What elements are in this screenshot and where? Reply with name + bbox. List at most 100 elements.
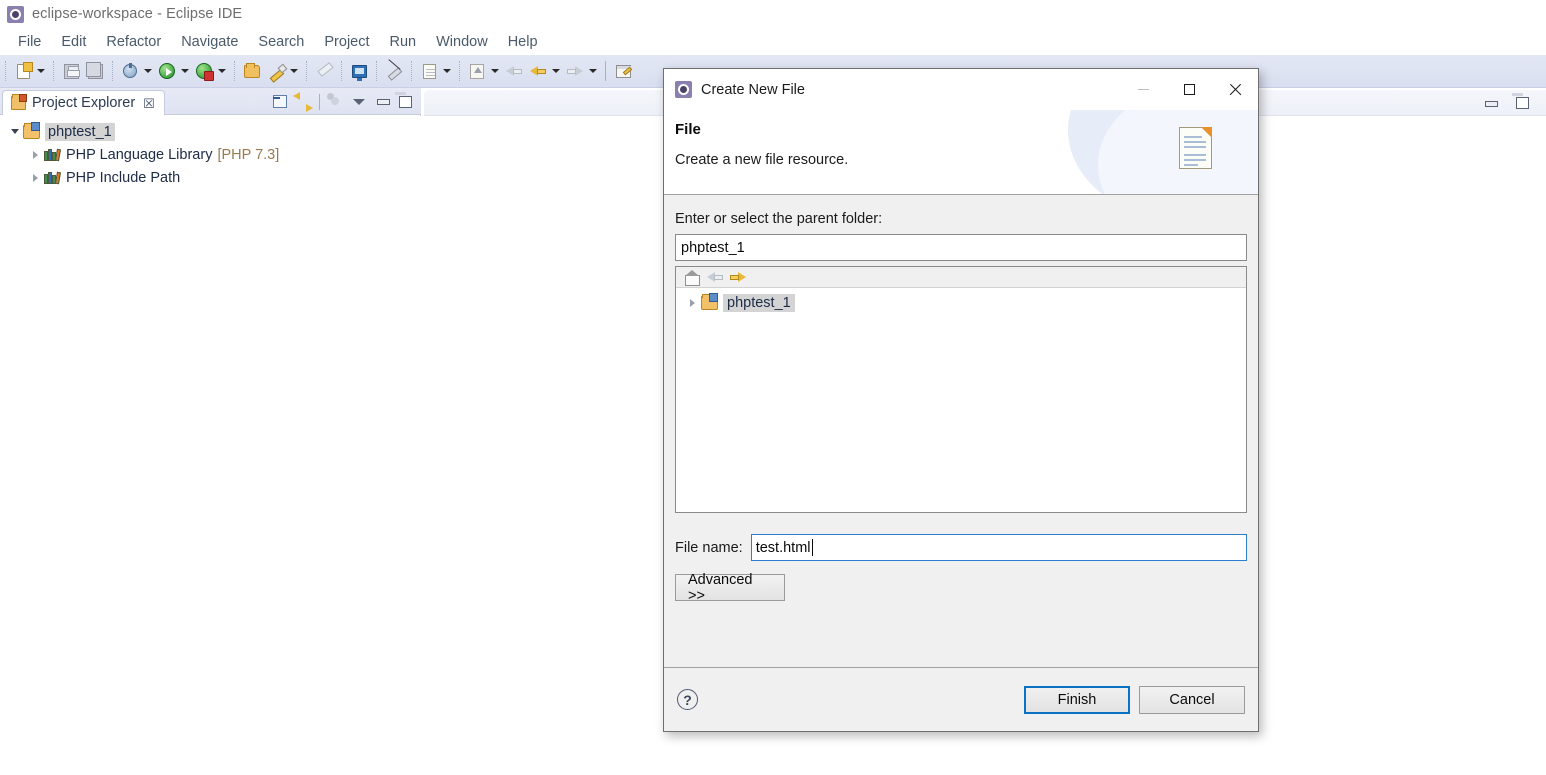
ruler-icon[interactable] bbox=[313, 60, 335, 82]
debug-icon[interactable] bbox=[119, 60, 141, 82]
editor-toolbar bbox=[1480, 90, 1532, 116]
view-menu-icon[interactable] bbox=[326, 92, 346, 112]
pencil-dropdown[interactable] bbox=[288, 60, 299, 82]
parent-folder-label: Enter or select the parent folder: bbox=[675, 211, 883, 227]
library-books-icon bbox=[44, 171, 62, 185]
forward-dropdown[interactable] bbox=[587, 60, 598, 82]
tree-item-phptest-1[interactable]: phptest_1 bbox=[0, 120, 421, 143]
open-resource-dropdown[interactable] bbox=[441, 60, 452, 82]
tree-item-php-include-path[interactable]: PHP Include Path bbox=[0, 166, 421, 189]
cancel-button[interactable]: Cancel bbox=[1139, 685, 1245, 714]
expand-chevron-right-icon[interactable] bbox=[27, 173, 44, 182]
eclipse-icon bbox=[7, 5, 24, 23]
minimize-icon[interactable] bbox=[1480, 93, 1500, 113]
tree-item-php-language-library[interactable]: PHP Language Library [PHP 7.3] bbox=[0, 143, 421, 166]
toolbar-separator bbox=[5, 61, 6, 81]
banner-heading: File bbox=[675, 121, 701, 138]
toolbar-separator bbox=[306, 61, 307, 81]
eclipse-ide-window: eclipse-workspace - Eclipse IDE File Edi… bbox=[0, 0, 1546, 775]
help-icon[interactable]: ? bbox=[677, 689, 698, 710]
dialog-title: Create New File bbox=[701, 81, 805, 98]
run-external-dropdown[interactable] bbox=[216, 60, 227, 82]
chevron-down-icon[interactable] bbox=[349, 92, 369, 112]
maximize-icon[interactable] bbox=[395, 92, 415, 112]
menu-item-project[interactable]: Project bbox=[314, 32, 379, 52]
dialog-content: Enter or select the parent folder: phpte… bbox=[664, 195, 1258, 667]
close-icon[interactable] bbox=[1212, 69, 1258, 110]
maximize-icon[interactable] bbox=[1512, 93, 1532, 113]
no-pen-icon[interactable] bbox=[383, 60, 405, 82]
up-arrow-icon[interactable] bbox=[466, 60, 488, 82]
window-title: eclipse-workspace - Eclipse IDE bbox=[32, 6, 243, 22]
tree-item-label: PHP Include Path bbox=[66, 169, 181, 186]
debug-dropdown[interactable] bbox=[142, 60, 153, 82]
run-external-icon[interactable] bbox=[193, 60, 215, 82]
tab-project-explorer[interactable]: Project Explorer ☒ bbox=[2, 90, 165, 115]
home-icon[interactable] bbox=[684, 269, 700, 286]
new-file-document-icon bbox=[1179, 127, 1212, 169]
folder-tree-box: phptest_1 bbox=[675, 266, 1247, 513]
folder-tree-item-label: phptest_1 bbox=[723, 293, 795, 312]
save-all-icon[interactable] bbox=[84, 60, 106, 82]
collapse-all-icon[interactable] bbox=[270, 92, 290, 112]
dialog-titlebar: Create New File bbox=[664, 69, 1258, 110]
link-with-editor-icon[interactable] bbox=[293, 92, 313, 112]
toolbar-separator bbox=[234, 61, 235, 81]
menu-item-search[interactable]: Search bbox=[248, 32, 314, 52]
advanced-button[interactable]: Advanced >> bbox=[675, 572, 785, 604]
monitor-icon[interactable] bbox=[348, 60, 370, 82]
project-folder-icon bbox=[701, 292, 718, 310]
back-arrow-icon[interactable] bbox=[707, 270, 723, 285]
open-resource-icon[interactable] bbox=[418, 60, 440, 82]
project-explorer-icon bbox=[11, 94, 27, 110]
menu-item-file[interactable]: File bbox=[8, 32, 51, 52]
new-file-dropdown[interactable] bbox=[35, 60, 46, 82]
folder-tree-toolbar bbox=[676, 267, 1246, 288]
library-books-icon bbox=[44, 148, 62, 162]
file-name-input[interactable]: test.html bbox=[750, 534, 1247, 561]
maximize-icon[interactable] bbox=[1166, 69, 1212, 110]
menu-item-help[interactable]: Help bbox=[498, 32, 548, 52]
menubar: File Edit Refactor Navigate Search Proje… bbox=[0, 28, 1546, 55]
back-yellow-icon[interactable] bbox=[527, 60, 549, 82]
toolbar-separator bbox=[459, 61, 460, 81]
edit-page-icon[interactable] bbox=[612, 60, 634, 82]
finish-button[interactable]: Finish bbox=[1024, 685, 1130, 714]
expand-chevron-down-icon[interactable] bbox=[6, 129, 23, 134]
project-folder-icon bbox=[23, 121, 40, 139]
back-grey-icon[interactable] bbox=[503, 60, 525, 82]
save-icon[interactable] bbox=[60, 60, 82, 82]
toolbar-separator bbox=[605, 61, 606, 81]
back-dropdown[interactable] bbox=[550, 60, 561, 82]
menu-item-run[interactable]: Run bbox=[380, 32, 427, 52]
forward-grey-icon[interactable] bbox=[564, 60, 586, 82]
minimize-icon[interactable] bbox=[372, 92, 392, 112]
project-explorer-tabrow: Project Explorer ☒ bbox=[0, 88, 421, 115]
forward-arrow-icon[interactable] bbox=[730, 270, 746, 285]
expand-chevron-right-icon[interactable] bbox=[27, 150, 44, 159]
run-dropdown[interactable] bbox=[179, 60, 190, 82]
toolbar-separator bbox=[411, 61, 412, 81]
menu-item-navigate[interactable]: Navigate bbox=[171, 32, 248, 52]
expand-chevron-right-icon[interactable] bbox=[684, 298, 701, 307]
window-titlebar: eclipse-workspace - Eclipse IDE bbox=[0, 0, 1546, 28]
menu-item-edit[interactable]: Edit bbox=[51, 32, 96, 52]
menu-item-window[interactable]: Window bbox=[426, 32, 498, 52]
file-name-value: test.html bbox=[755, 539, 811, 556]
folder-tree-list[interactable]: phptest_1 bbox=[676, 288, 1246, 512]
parent-folder-input[interactable]: phptest_1 bbox=[675, 234, 1247, 261]
file-name-row: File name: test.html bbox=[675, 534, 1247, 561]
folder-tree-item-phptest-1[interactable]: phptest_1 bbox=[676, 291, 1246, 314]
new-file-icon[interactable] bbox=[12, 60, 34, 82]
project-tree[interactable]: phptest_1 PHP Language Library [PHP 7.3]… bbox=[0, 116, 421, 775]
run-icon[interactable] bbox=[156, 60, 178, 82]
close-icon[interactable]: ☒ bbox=[143, 97, 155, 110]
open-folder-icon[interactable] bbox=[241, 60, 263, 82]
up-arrow-dropdown[interactable] bbox=[489, 60, 500, 82]
banner-description: Create a new file resource. bbox=[675, 152, 849, 168]
pencil-icon[interactable] bbox=[265, 60, 287, 82]
tab-label: Project Explorer bbox=[32, 95, 136, 111]
menu-item-refactor[interactable]: Refactor bbox=[96, 32, 171, 52]
minimize-icon[interactable] bbox=[1120, 69, 1166, 110]
file-name-label: File name: bbox=[675, 539, 743, 556]
